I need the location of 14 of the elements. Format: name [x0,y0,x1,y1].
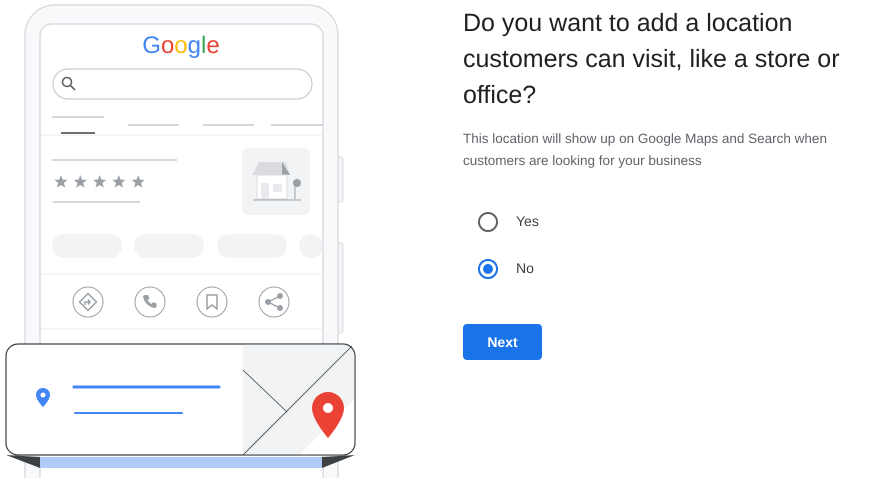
share-icon [265,293,283,311]
store-thumbnail-drawing [242,148,310,215]
option-label: No [516,259,534,278]
radio-button[interactable] [478,258,498,278]
description-text: This location will show up on Google Maps and Search when customers are looking for your business [463,130,828,170]
google-logo: Google [142,32,220,59]
bookmark-icon [206,294,218,311]
question-heading: Do you want to add a location customers can visit, like a store or office? [463,8,841,111]
search-icon [62,76,76,91]
directions-icon [78,292,98,312]
option-label: Yes [516,212,539,231]
radio-button[interactable] [478,212,498,232]
phone-icon [143,295,156,308]
next-button[interactable]: Next [463,324,542,360]
